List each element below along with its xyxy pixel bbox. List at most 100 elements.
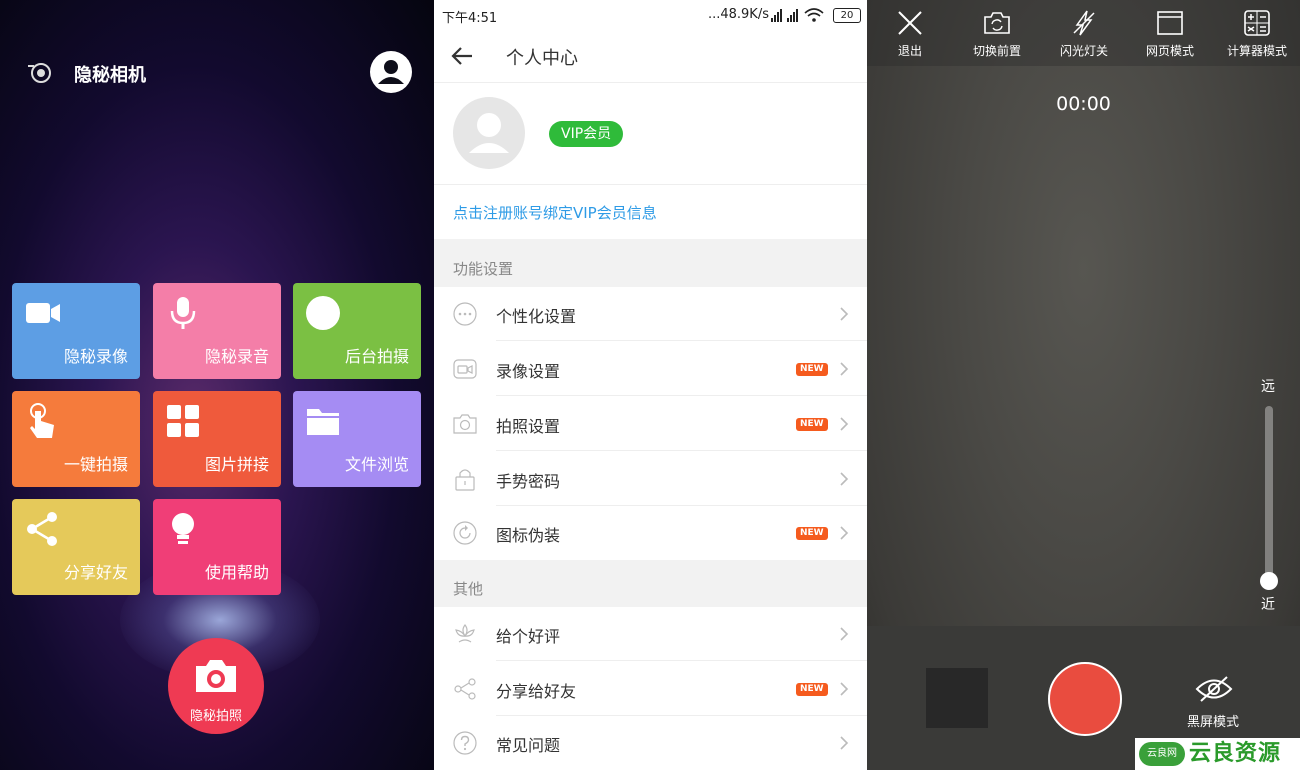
close-icon: [898, 11, 922, 35]
flower-icon: [455, 624, 475, 643]
chevron-right-icon: [840, 362, 849, 376]
camera-icon: [196, 660, 236, 692]
row-label: 图标伪装: [496, 526, 561, 545]
back-arrow-icon[interactable]: [450, 44, 474, 68]
row-photo-settings[interactable]: 拍照设置 NEW: [434, 397, 867, 451]
user-icon: [469, 113, 509, 153]
question-icon: [453, 731, 477, 755]
browser-icon: [1157, 11, 1183, 35]
chevron-right-icon: [840, 627, 849, 641]
calculator-mode-button[interactable]: 计算器模式: [1212, 0, 1300, 66]
web-mode-button[interactable]: 网页模式: [1125, 0, 1215, 66]
row-icon-disguise[interactable]: 图标伪装 NEW: [434, 506, 867, 560]
lock-icon: [455, 469, 475, 491]
record-button[interactable]: [1048, 662, 1122, 736]
row-label: 个性化设置: [496, 307, 577, 326]
tile-label: 使用帮助: [204, 563, 269, 582]
tile-label: 图片拼接: [204, 455, 269, 474]
section-header-settings: 功能设置: [434, 239, 867, 287]
row-personalization[interactable]: 个性化设置: [434, 287, 867, 341]
tile-hidden-video[interactable]: 隐秘录像: [12, 283, 140, 379]
user-icon: [378, 60, 404, 84]
tile-one-tap-capture[interactable]: 一键拍摄: [12, 391, 140, 487]
divider: [496, 395, 867, 396]
page-title: 个人中心: [506, 48, 578, 69]
switch-front-button[interactable]: 切换前置: [952, 0, 1042, 66]
divider: [496, 450, 867, 451]
row-label: 录像设置: [496, 362, 561, 381]
tile-label: 隐秘录像: [63, 347, 128, 366]
user-avatar-button[interactable]: [370, 51, 412, 93]
profile-avatar[interactable]: [453, 97, 525, 169]
divider: [434, 184, 867, 185]
divider: [496, 340, 867, 341]
network-speed: ...48.9K/s: [707, 7, 769, 22]
camera-viewfinder: 退出 切换前置 闪光灯关 网页模式 计算器模式 00:00 远 近 黑屏模式 云…: [867, 0, 1300, 770]
row-label: 分享给好友: [496, 682, 577, 701]
app-title: 隐秘相机: [74, 65, 146, 86]
tile-label: 后台拍摄: [344, 347, 409, 366]
row-label: 拍照设置: [496, 417, 561, 436]
row-rate-app[interactable]: 给个好评: [434, 607, 867, 661]
record-timer: 00:00: [1056, 93, 1111, 115]
gallery-thumbnail[interactable]: [926, 668, 988, 728]
camera-logo-icon: [28, 63, 51, 83]
lightbulb-icon: [172, 513, 194, 544]
watermark: 云良网 云良资源网: [1135, 738, 1300, 770]
tile-label: 文件浏览: [344, 455, 409, 474]
calculator-icon: [1244, 10, 1270, 36]
row-faq[interactable]: 常见问题: [434, 716, 867, 770]
hidden-camera-home: 隐秘相机 隐秘录像 隐秘录音 后台拍摄 一键拍摄 图片拼接 文件浏览 分享好友 …: [0, 0, 434, 770]
toolbar-label: 闪光灯关: [1059, 44, 1108, 58]
camera-icon: [453, 414, 477, 434]
tile-help[interactable]: 使用帮助: [153, 499, 281, 595]
flash-toggle-button[interactable]: 闪光灯关: [1039, 0, 1129, 66]
black-screen-label: 黑屏模式: [1187, 715, 1240, 730]
tile-label: 一键拍摄: [63, 455, 128, 474]
zoom-near-label: 近: [1261, 597, 1275, 613]
zoom-slider-track[interactable]: [1265, 406, 1273, 582]
vip-badge: VIP会员: [549, 121, 624, 147]
chevron-right-icon: [840, 736, 849, 750]
new-badge: NEW: [796, 363, 828, 376]
battery-indicator: 20: [833, 8, 861, 23]
chevron-right-icon: [840, 526, 849, 540]
refresh-icon: [453, 521, 477, 545]
hidden-photo-button[interactable]: 隐秘拍照: [168, 638, 264, 734]
eye-off-icon[interactable]: [1194, 674, 1234, 704]
share-icon: [27, 512, 57, 546]
grid-icon: [167, 405, 199, 437]
exit-button[interactable]: 退出: [867, 0, 955, 66]
new-badge: NEW: [796, 418, 828, 431]
camera-toolbar: 退出 切换前置 闪光灯关 网页模式 计算器模式: [867, 0, 1300, 66]
watermark-badge: 云良网: [1139, 742, 1185, 766]
chevron-right-icon: [840, 682, 849, 696]
zoom-far-label: 远: [1261, 379, 1275, 395]
status-time: 下午4:51: [442, 11, 498, 26]
video-icon: [453, 359, 477, 379]
folder-icon: [307, 409, 339, 435]
zoom-slider-handle[interactable]: [1260, 572, 1278, 590]
toolbar-label: 计算器模式: [1226, 44, 1287, 58]
row-gesture-password[interactable]: 手势密码: [434, 452, 867, 506]
switch-camera-icon: [984, 12, 1010, 34]
bind-vip-link[interactable]: 点击注册账号绑定VIP会员信息: [453, 202, 657, 223]
status-bar: 下午4:51 ...48.9K/s 20: [434, 0, 867, 30]
signal-wifi-icon: [771, 8, 824, 22]
row-video-settings[interactable]: 录像设置 NEW: [434, 342, 867, 396]
new-badge: NEW: [796, 683, 828, 696]
circle-icon: [306, 296, 340, 330]
hidden-photo-label: 隐秘拍照: [189, 709, 242, 724]
row-share-friends[interactable]: 分享给好友 NEW: [434, 662, 867, 716]
tile-label: 分享好友: [63, 563, 128, 582]
tap-hand-icon: [30, 403, 54, 438]
new-badge: NEW: [796, 527, 828, 540]
section-header-other: 其他: [434, 560, 867, 607]
tile-file-browser[interactable]: 文件浏览: [293, 391, 421, 487]
section-title: 其他: [453, 580, 484, 598]
tile-image-stitch[interactable]: 图片拼接: [153, 391, 281, 487]
tile-background-capture[interactable]: 后台拍摄: [293, 283, 421, 379]
tile-share-friends[interactable]: 分享好友: [12, 499, 140, 595]
tile-hidden-audio[interactable]: 隐秘录音: [153, 283, 281, 379]
flash-off-icon: [1073, 10, 1095, 36]
